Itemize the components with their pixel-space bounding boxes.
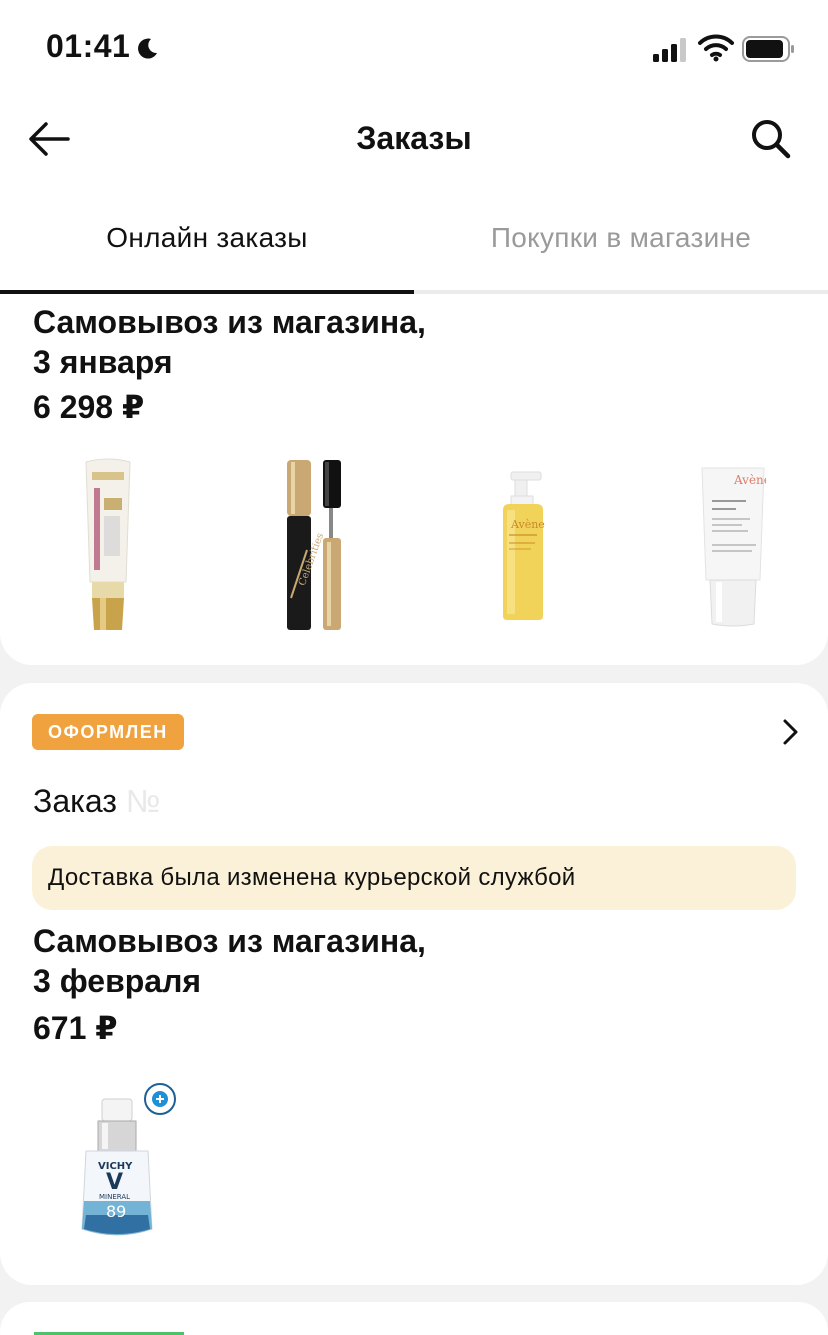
search-icon[interactable] bbox=[748, 116, 794, 162]
order-card[interactable] bbox=[0, 1302, 828, 1335]
active-tab-indicator bbox=[0, 290, 414, 294]
status-badge: ОФОРМЛЕН bbox=[32, 714, 184, 750]
order-number-hidden: № bbox=[125, 783, 161, 819]
delivery-date: 3 января bbox=[33, 344, 173, 380]
order-number: Заказ № bbox=[33, 783, 160, 820]
svg-text:89: 89 bbox=[106, 1202, 126, 1221]
do-not-disturb-moon-icon bbox=[138, 38, 157, 59]
product-image[interactable]: Avène bbox=[700, 464, 766, 628]
nav-bar: Заказы bbox=[0, 100, 828, 184]
page-title: Заказы bbox=[356, 120, 472, 156]
svg-text:Avène: Avène bbox=[733, 473, 766, 487]
order-card[interactable]: ОФОРМЛЕН Заказ № Доставка была изменена … bbox=[0, 683, 828, 1285]
order-price: 6 298 ₽ bbox=[33, 389, 145, 425]
product-image[interactable] bbox=[80, 458, 136, 634]
chevron-right-icon[interactable] bbox=[778, 717, 802, 747]
status-time: 01:41 bbox=[46, 28, 131, 64]
order-price: 671 ₽ bbox=[33, 1010, 118, 1046]
battery-icon bbox=[742, 36, 794, 62]
order-card[interactable]: Самовывоз из магазина, 3 января 6 298 ₽ … bbox=[0, 240, 828, 665]
product-image[interactable]: Avène bbox=[497, 470, 551, 622]
order-label: Заказ bbox=[33, 783, 117, 819]
tab-online-orders[interactable]: Онлайн заказы bbox=[0, 222, 414, 254]
product-image[interactable]: Celebrities bbox=[283, 458, 349, 634]
svg-text:Avène: Avène bbox=[510, 518, 545, 531]
delivery-date: 3 февраля bbox=[33, 963, 202, 999]
orders-tabs: Онлайн заказы Покупки в магазине bbox=[0, 196, 828, 296]
cellular-signal-icon bbox=[653, 38, 686, 62]
status-bar: 01:41 bbox=[0, 0, 828, 100]
delivery-change-notice: Доставка была изменена курьерской службо… bbox=[32, 846, 796, 910]
svg-text:MINERAL: MINERAL bbox=[99, 1193, 130, 1201]
product-image[interactable]: VICHY V MINERAL 89 bbox=[56, 1081, 182, 1253]
delivery-type: Самовывоз из магазина, bbox=[33, 304, 426, 340]
top-bar: 01:41 Заказы Онлайн заказы Покупки в маг… bbox=[0, 0, 828, 296]
svg-text:V: V bbox=[106, 1170, 123, 1195]
tab-store-purchases[interactable]: Покупки в магазине bbox=[414, 222, 828, 254]
delivery-type: Самовывоз из магазина, bbox=[33, 923, 426, 959]
wifi-icon bbox=[698, 34, 734, 62]
